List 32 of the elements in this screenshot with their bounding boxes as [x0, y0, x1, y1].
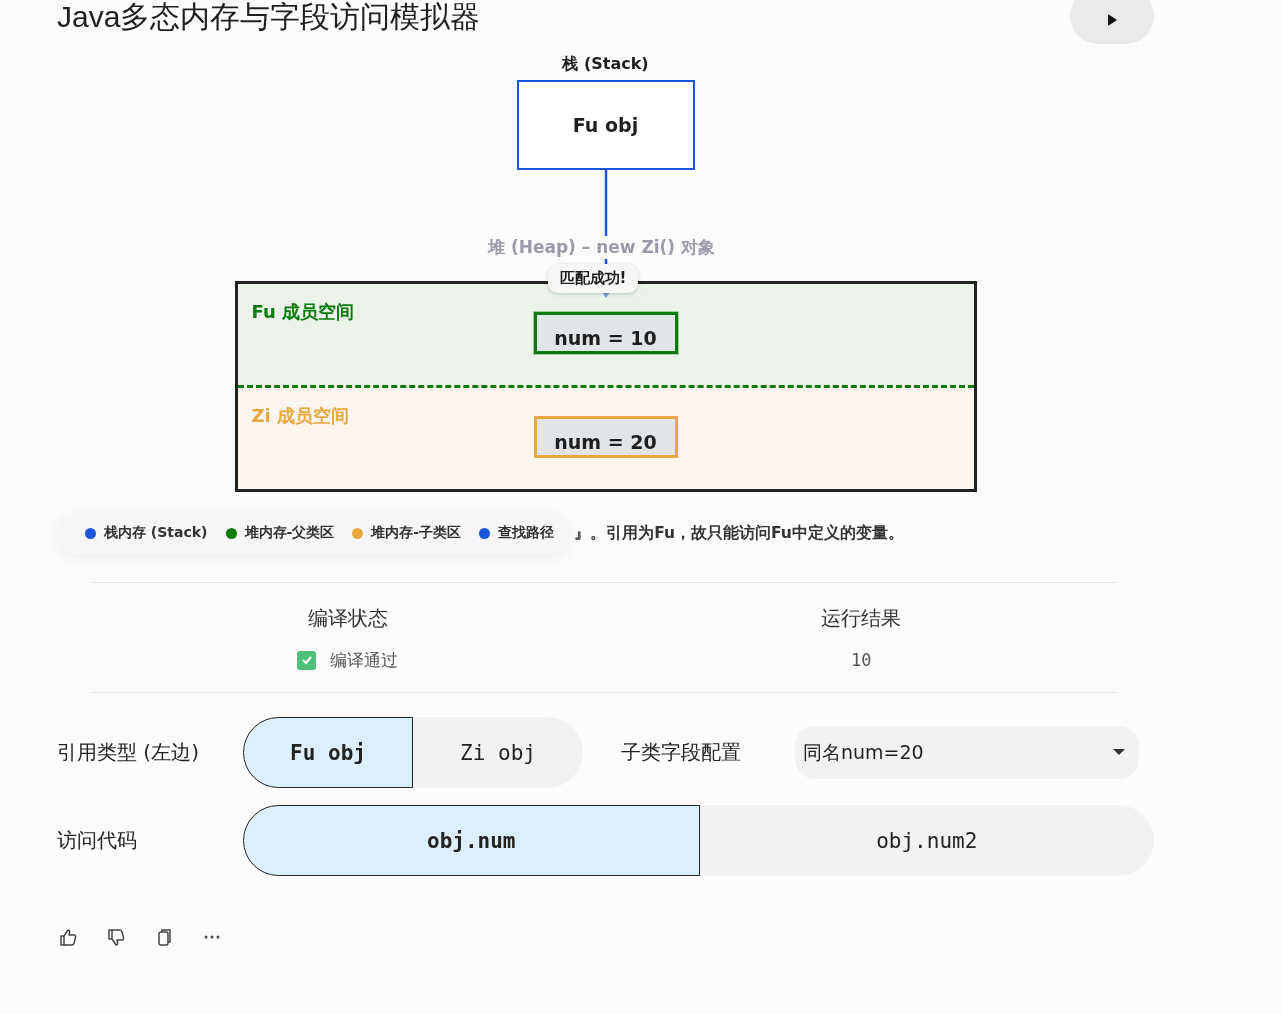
thumbs-down-button[interactable]	[105, 926, 127, 948]
thumbs-up-button[interactable]	[57, 926, 79, 948]
legend-label: 查找路径	[498, 524, 555, 542]
region-title: Zi 成员空间	[251, 404, 349, 428]
page-title: Java多态内存与字段访问模拟器	[57, 0, 481, 34]
thumbs-up-icon	[58, 927, 78, 947]
field-box: num = 10	[533, 312, 678, 354]
toggle-option[interactable]: obj.num2	[699, 805, 1154, 876]
column-header: 运行结果	[821, 605, 902, 632]
column-header: 编译状态	[307, 605, 388, 632]
thumbs-down-icon	[106, 927, 126, 947]
stack-label: 栈 (Stack)	[562, 54, 649, 75]
legend-label: 堆内存-父类区	[244, 524, 335, 542]
more-icon	[204, 935, 220, 939]
config-dropdown[interactable]: 同名num=20	[795, 726, 1139, 779]
region-title: Fu 成员空间	[251, 300, 354, 324]
stack-variable-box: Fu obj	[516, 80, 695, 170]
caret-icon	[1113, 749, 1125, 756]
toggle-option[interactable]: Zi obj	[413, 717, 583, 788]
legend-label: 堆内存-子类区	[371, 524, 462, 542]
control-label: 子类字段配置	[621, 739, 741, 766]
toggle-option[interactable]: obj.num	[243, 805, 700, 876]
compile-status: 编译通过	[330, 648, 399, 672]
run-result: 10	[851, 649, 872, 672]
explanation-text: 』。引用为Fu，故只能访问Fu中定义的变量。	[574, 522, 904, 544]
control-label: 访问代码	[57, 827, 138, 854]
legend-label: 栈内存 (Stack)	[104, 524, 208, 542]
toggle-option[interactable]: Fu obj	[243, 717, 413, 788]
field-box: num = 20	[533, 416, 678, 458]
match-tooltip: 匹配成功!	[547, 264, 639, 293]
play-icon	[1105, 13, 1119, 27]
control-label: 引用类型 (左边)	[57, 739, 200, 766]
